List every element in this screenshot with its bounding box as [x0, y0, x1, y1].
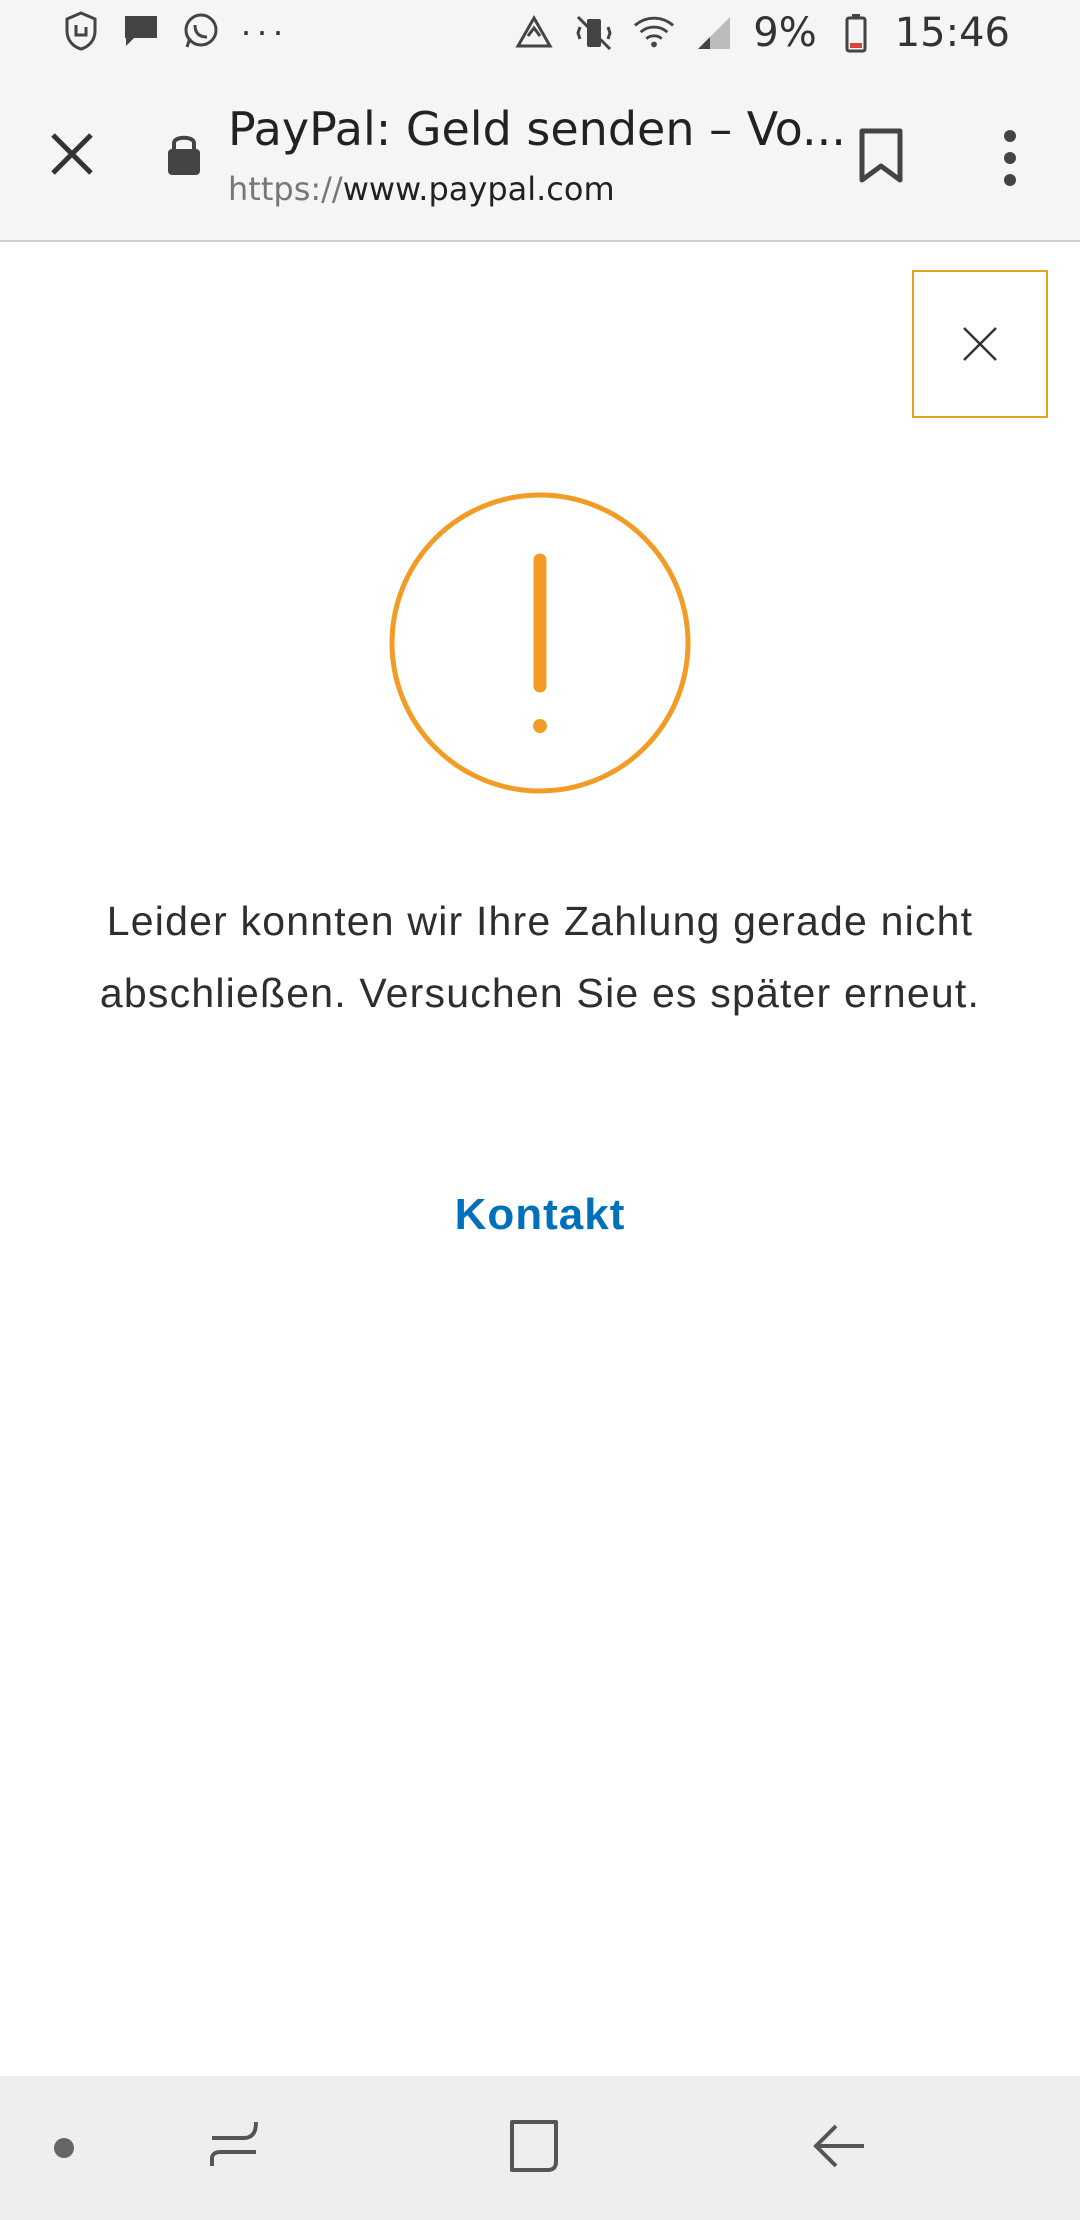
battery-icon	[835, 12, 877, 54]
close-icon	[51, 133, 93, 175]
bookmark-button[interactable]	[858, 128, 908, 186]
back-button[interactable]	[810, 2116, 870, 2176]
contact-link[interactable]: Kontakt	[0, 1190, 1080, 1240]
close-icon	[963, 327, 997, 361]
recent-apps-icon	[210, 2121, 258, 2166]
vibrate-mute-icon	[573, 12, 615, 54]
status-bar: ··· 9% 15:46	[0, 0, 1080, 72]
browser-toolbar: PayPal: Geld senden – Vo... https://www.…	[0, 72, 1080, 242]
sync-icon	[513, 12, 555, 54]
recent-apps-button[interactable]	[204, 2116, 264, 2176]
url-scheme: https://	[228, 170, 343, 208]
overflow-menu-button[interactable]	[990, 128, 1030, 188]
more-notifications-icon: ···	[240, 10, 288, 51]
whatsapp-icon	[180, 10, 222, 52]
shield-hand-icon	[60, 10, 102, 52]
bookmark-icon	[859, 128, 903, 183]
message-icon	[120, 10, 162, 52]
nav-dot-icon[interactable]	[54, 2138, 74, 2158]
signal-icon	[693, 12, 735, 54]
back-icon	[813, 2124, 864, 2168]
navigation-bar	[0, 2076, 1080, 2220]
error-message: Leider konnten wir Ihre Zahlung gerade n…	[99, 898, 981, 1016]
warning-icon	[387, 490, 693, 796]
page-title: PayPal: Geld senden – Vo...	[228, 102, 846, 156]
close-tab-button[interactable]	[40, 122, 104, 186]
clock: 15:46	[894, 10, 1010, 56]
url-host: www.paypal.com	[342, 170, 615, 208]
dialog-close-button[interactable]	[912, 270, 1048, 418]
battery-percent: 9%	[753, 10, 817, 56]
home-icon	[510, 2120, 558, 2172]
lock-icon[interactable]	[166, 130, 206, 178]
home-button[interactable]	[504, 2116, 564, 2176]
more-vert-icon	[1004, 130, 1016, 186]
page-url[interactable]: https://www.paypal.com	[228, 170, 615, 208]
wifi-icon	[633, 12, 675, 54]
